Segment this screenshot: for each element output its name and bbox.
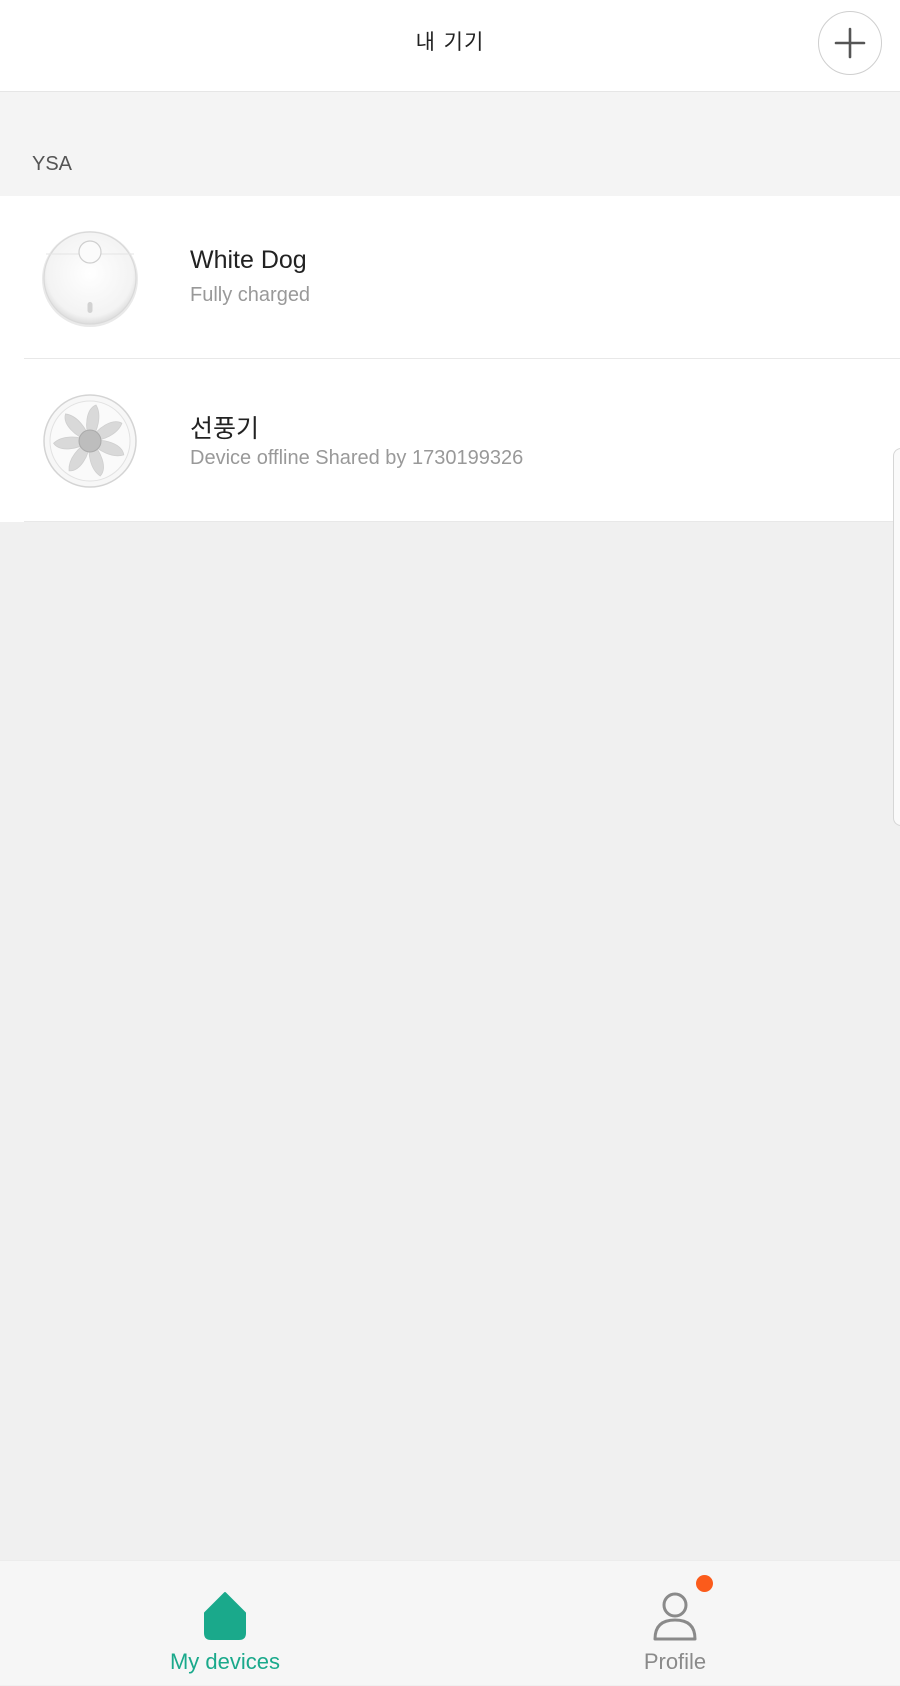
device-name: White Dog — [190, 246, 307, 274]
robot-vacuum-icon — [42, 231, 138, 327]
device-row-white-dog[interactable]: White Dog Fully charged — [0, 196, 900, 359]
device-list: White Dog Fully charged 선풍기 Device offli… — [0, 196, 900, 522]
section-header — [0, 92, 900, 196]
tab-profile[interactable]: Profile — [450, 1561, 900, 1686]
page-title: 내 기기 — [415, 30, 485, 54]
fan-icon — [43, 394, 137, 488]
device-status: Device offline Shared by 1730199326 — [190, 447, 524, 469]
device-row-fan[interactable]: 선풍기 Device offline Shared by 1730199326 — [0, 359, 900, 522]
tab-my-devices[interactable]: My devices — [0, 1561, 450, 1686]
bottom-nav: My devices Profile — [0, 1560, 900, 1685]
tab-label: Profile — [643, 1649, 707, 1674]
add-device-button[interactable] — [818, 11, 882, 75]
section-label: YSA — [32, 153, 73, 175]
home-icon — [204, 1592, 246, 1640]
tab-label: My devices — [169, 1649, 281, 1674]
plus-icon — [834, 27, 866, 59]
edge-panel-handle[interactable] — [893, 448, 900, 826]
device-name: 선풍기 — [190, 415, 260, 443]
notification-badge — [696, 1575, 713, 1592]
top-header: 내 기기 — [0, 0, 900, 92]
device-status: Fully charged — [190, 284, 311, 306]
row-divider — [24, 521, 900, 522]
person-icon — [653, 1592, 697, 1641]
